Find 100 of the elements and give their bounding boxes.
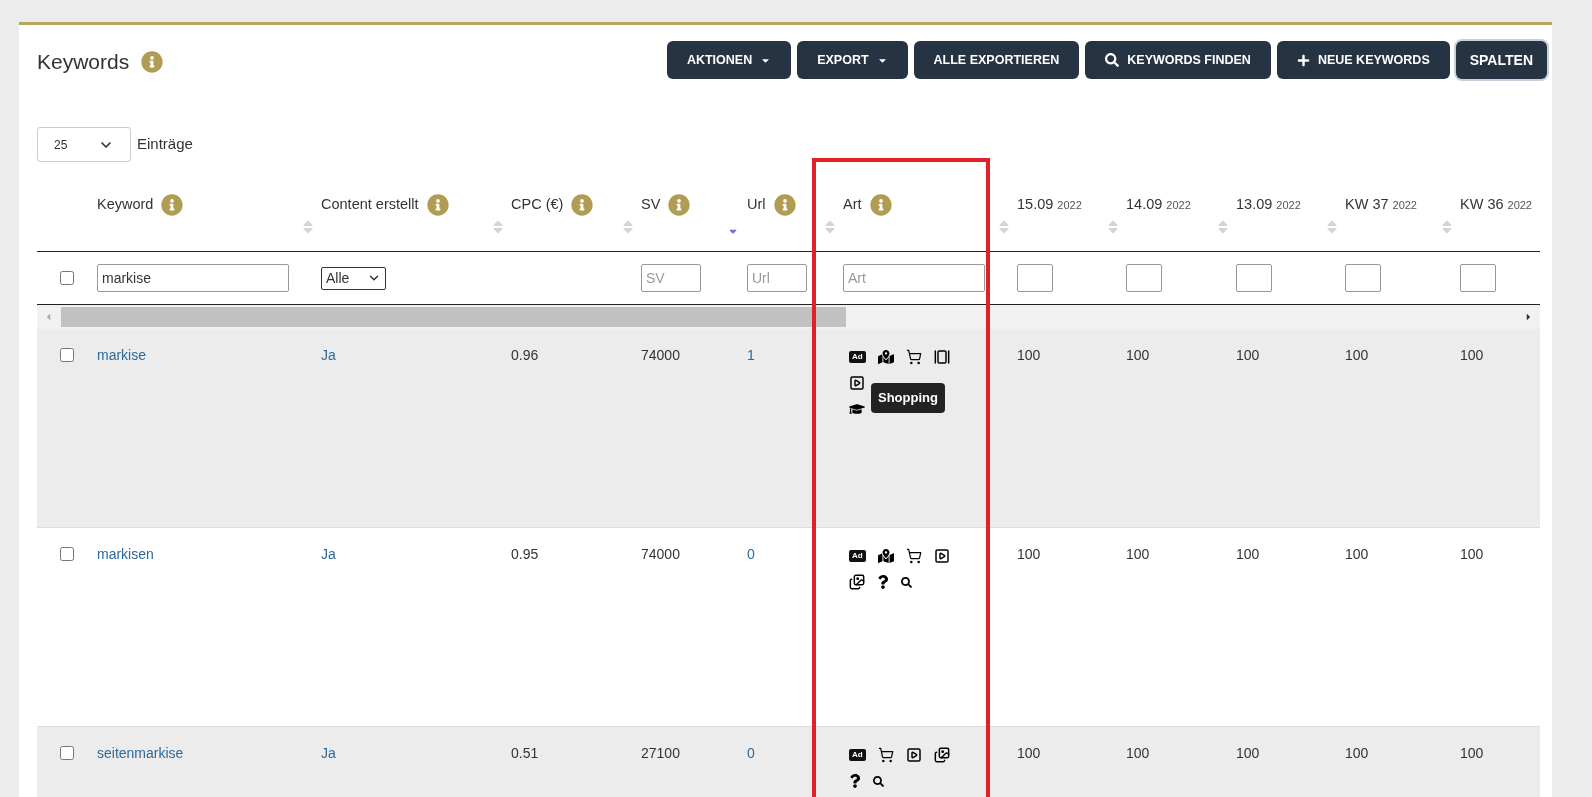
toolbar-button[interactable]: NEUE KEYWORDS — [1276, 41, 1450, 79]
rank-cell: 100 — [1460, 546, 1484, 562]
column-header[interactable]: KW 37 2022 — [1345, 194, 1417, 216]
sv-cell: 74000 — [641, 546, 680, 562]
graduation-cap-icon — [849, 401, 865, 417]
filter-input[interactable] — [1236, 264, 1272, 292]
tooltip: Shopping — [871, 383, 945, 413]
question-icon — [849, 774, 861, 788]
sv-cell: 74000 — [641, 347, 680, 363]
url-link[interactable]: 1 — [747, 347, 755, 363]
ad-icon: Ad — [849, 550, 866, 562]
filter-input[interactable] — [1345, 264, 1381, 292]
rank-cell: 100 — [1126, 745, 1150, 761]
column-header[interactable]: Keyword — [97, 194, 154, 216]
filter-input[interactable]: Art — [843, 264, 985, 292]
filter-input[interactable] — [1126, 264, 1162, 292]
video-icon — [933, 548, 950, 564]
map-icon — [877, 548, 894, 564]
row-checkbox[interactable] — [60, 348, 74, 362]
entries-label: Einträge — [137, 134, 193, 155]
url-link[interactable]: 0 — [747, 546, 755, 562]
filter-input[interactable]: markise — [97, 264, 289, 292]
sort-icon[interactable] — [1442, 219, 1452, 235]
column-header[interactable]: 14.09 2022 — [1126, 194, 1191, 216]
rank-cell: 100 — [1345, 347, 1369, 363]
row-checkbox[interactable] — [60, 746, 74, 760]
content-link[interactable]: Ja — [321, 347, 336, 363]
toolbar-button[interactable]: AKTIONEN — [666, 41, 792, 79]
keyword-link[interactable]: markise — [97, 347, 146, 363]
sort-icon[interactable] — [1327, 219, 1337, 235]
rank-cell: 100 — [1460, 745, 1484, 761]
toolbar-button[interactable]: EXPORT — [797, 41, 908, 79]
info-icon[interactable] — [141, 51, 164, 73]
rank-cell: 100 — [1236, 546, 1260, 562]
cpc-cell: 0.95 — [511, 546, 539, 562]
info-icon[interactable] — [426, 194, 449, 216]
column-header[interactable]: Content erstellt — [321, 194, 419, 216]
page-title: Keywords — [37, 49, 130, 76]
page-size-select[interactable]: 25 — [37, 127, 131, 162]
sv-cell: 27100 — [641, 745, 680, 761]
column-header[interactable]: KW 36 2022 — [1460, 194, 1532, 216]
toolbar-button[interactable]: KEYWORDS FINDEN — [1085, 41, 1271, 79]
search-icon — [1105, 53, 1120, 67]
cpc-cell: 0.51 — [511, 745, 539, 761]
map-icon — [877, 349, 894, 365]
rank-cell: 100 — [1017, 745, 1041, 761]
toolbar-button[interactable]: ALLE EXPORTIEREN — [913, 41, 1080, 79]
horizontal-scrollbar[interactable] — [37, 305, 1540, 329]
info-icon[interactable] — [571, 194, 594, 216]
toolbar-button[interactable]: SPALTEN — [1455, 41, 1547, 79]
sort-icon[interactable] — [1108, 219, 1118, 235]
images-icon — [933, 747, 950, 763]
column-header[interactable]: SV — [641, 194, 661, 216]
sort-icon[interactable] — [1218, 219, 1228, 235]
row-checkbox[interactable] — [60, 547, 74, 561]
filter-input[interactable]: SV — [641, 264, 701, 292]
filter-select[interactable]: Alle — [321, 266, 386, 290]
column-header[interactable]: Art — [843, 194, 862, 216]
content-link[interactable]: Ja — [321, 546, 336, 562]
ad-icon: Ad — [849, 351, 866, 363]
column-header[interactable]: Url — [747, 194, 766, 216]
rank-cell: 100 — [1345, 745, 1369, 761]
info-icon[interactable] — [773, 194, 796, 216]
content-link[interactable]: Ja — [321, 745, 336, 761]
video-icon — [849, 375, 865, 391]
cart-icon — [905, 548, 922, 564]
sort-icon[interactable] — [623, 219, 633, 235]
filter-input[interactable]: Url — [747, 264, 807, 292]
filter-input[interactable] — [1017, 264, 1053, 292]
search-icon — [901, 576, 912, 588]
rank-cell: 100 — [1126, 546, 1150, 562]
column-header[interactable]: 15.09 2022 — [1017, 194, 1082, 216]
plus-icon — [1296, 53, 1310, 67]
rank-cell: 100 — [1236, 745, 1260, 761]
info-icon[interactable] — [869, 194, 892, 216]
filter-input[interactable] — [1460, 264, 1496, 292]
cart-icon — [905, 349, 922, 365]
info-icon[interactable] — [668, 194, 691, 216]
column-header[interactable]: CPC (€) — [511, 194, 564, 216]
rank-cell: 100 — [1126, 347, 1150, 363]
sort-icon[interactable] — [825, 219, 835, 235]
rank-cell: 100 — [1017, 347, 1041, 363]
rank-cell: 100 — [1345, 546, 1369, 562]
column-header[interactable]: 13.09 2022 — [1236, 194, 1301, 216]
keyword-link[interactable]: markisen — [97, 546, 154, 562]
search-icon — [873, 775, 884, 787]
info-icon[interactable] — [161, 194, 184, 216]
scrollbar-thumb[interactable] — [61, 307, 846, 327]
carousel-icon — [933, 349, 950, 365]
rank-cell: 100 — [1236, 347, 1260, 363]
cpc-cell: 0.96 — [511, 347, 539, 363]
url-link[interactable]: 0 — [747, 745, 755, 761]
cart-icon — [877, 747, 894, 763]
ad-icon: Ad — [849, 749, 866, 761]
rank-cell: 100 — [1017, 546, 1041, 562]
sort-icon[interactable] — [999, 219, 1009, 235]
row-checkbox[interactable] — [60, 271, 74, 285]
sort-icon[interactable] — [493, 219, 503, 235]
sort-icon[interactable] — [303, 219, 313, 235]
keyword-link[interactable]: seitenmarkise — [97, 745, 184, 761]
